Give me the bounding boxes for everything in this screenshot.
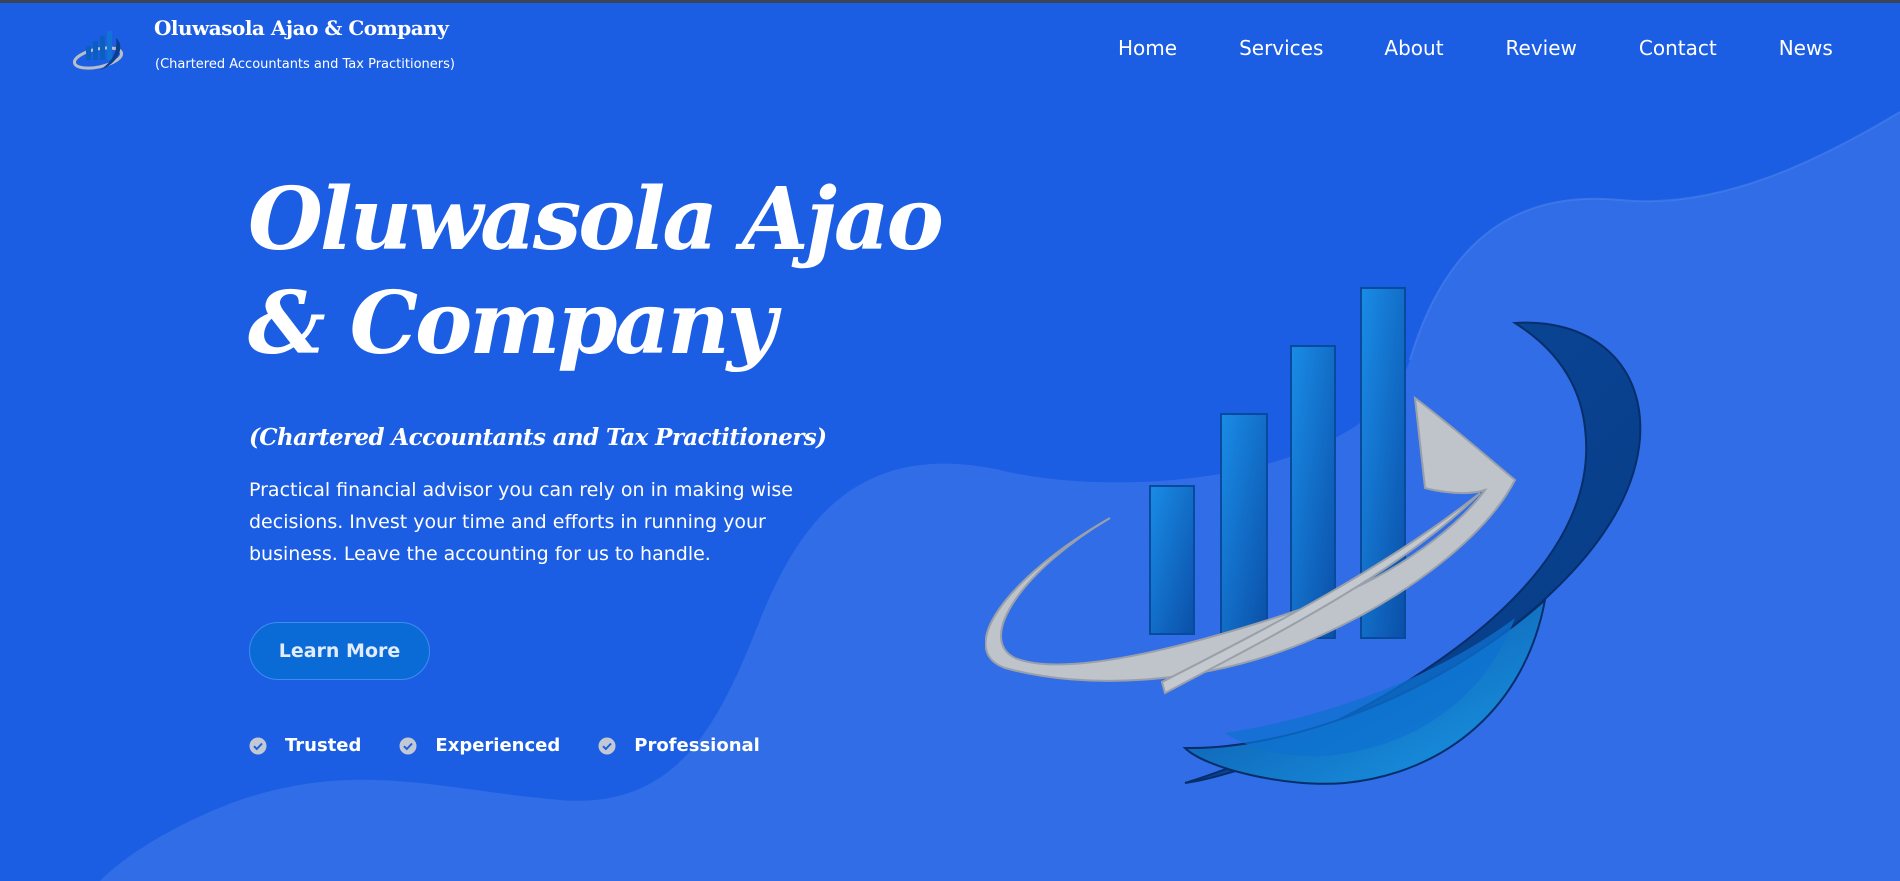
- nav-news[interactable]: News: [1779, 36, 1833, 60]
- bar-chart-swoosh-logo-icon: [72, 31, 124, 70]
- check-circle-icon: [598, 737, 616, 754]
- badge-label: Experienced: [435, 735, 561, 756]
- check-circle-icon: [399, 737, 417, 754]
- hero-subtitle: (Chartered Accountants and Tax Practitio…: [249, 424, 827, 451]
- brand-subtitle: (Chartered Accountants and Tax Practitio…: [155, 57, 455, 72]
- brand-title: Oluwasola Ajao & Company: [154, 16, 449, 40]
- badge-label: Trusted: [285, 735, 362, 756]
- hero-bar-chart-logo-icon: [985, 287, 1642, 785]
- badge-professional: Professional: [598, 735, 760, 756]
- nav-about[interactable]: About: [1384, 36, 1443, 60]
- check-circle-icon: [249, 737, 267, 754]
- badge-label: Professional: [634, 735, 760, 756]
- main-nav: Home Services About Review Contact News: [1118, 36, 1833, 60]
- badge-trusted: Trusted: [249, 735, 361, 756]
- nav-home[interactable]: Home: [1118, 36, 1177, 60]
- nav-review[interactable]: Review: [1506, 36, 1577, 60]
- nav-contact[interactable]: Contact: [1639, 36, 1717, 60]
- hero-title-line-2: & Company: [248, 273, 777, 374]
- hero-title: Oluwasola Ajao & Company: [248, 168, 1008, 376]
- hero-title-line-1: Oluwasola Ajao: [248, 169, 944, 270]
- hero-description: Practical financial advisor you can rely…: [249, 479, 793, 565]
- learn-more-button[interactable]: Learn More: [249, 622, 430, 680]
- badge-experienced: Experienced: [399, 735, 560, 756]
- nav-services[interactable]: Services: [1239, 36, 1323, 60]
- trust-badges: Trusted Experienced Professional: [249, 735, 798, 756]
